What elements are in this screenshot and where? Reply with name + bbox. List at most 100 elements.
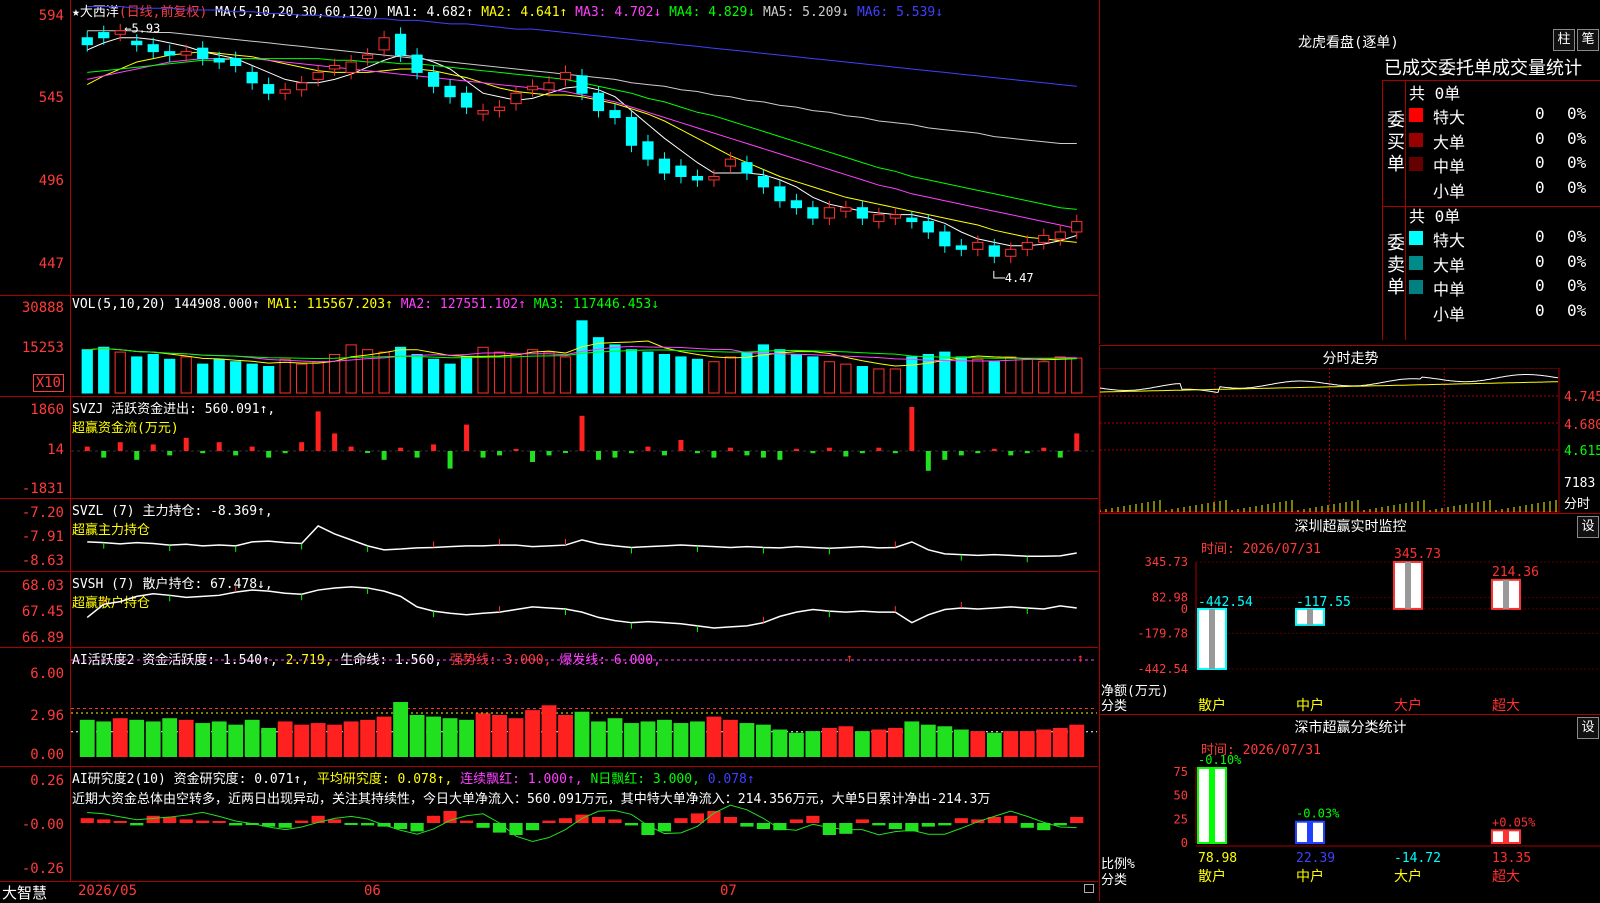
flow-bar[interactable] [744,451,750,456]
volume-bar[interactable] [394,346,407,394]
volume-bar[interactable] [939,351,951,394]
candle-body[interactable] [1021,241,1033,250]
flow-bar[interactable] [233,451,239,456]
flow-bar[interactable] [579,415,585,451]
volume-bar[interactable] [757,344,770,394]
flow-bar[interactable] [991,448,997,451]
candlestick-plot[interactable]: ←5.93 └─4.47 [71,0,1097,294]
volume-bar[interactable] [955,356,967,394]
flow-bar[interactable] [497,451,503,456]
candle-body[interactable] [658,158,671,174]
candle-body[interactable] [427,71,440,87]
volume-plot[interactable] [71,296,1097,395]
candle-body[interactable] [559,71,572,80]
volume-bar[interactable] [840,363,852,394]
candle-body[interactable] [955,245,967,250]
research-bar[interactable] [410,823,424,832]
candle-body[interactable] [840,207,852,212]
research-bar[interactable] [212,821,226,823]
research-bar[interactable] [113,821,127,823]
svzj-plot[interactable] [71,397,1097,497]
activity-bar[interactable] [343,721,359,757]
volume-bar[interactable] [361,349,374,394]
activity-bar[interactable] [673,723,689,757]
activity-bar[interactable] [607,718,623,757]
activity-bar[interactable] [310,723,326,757]
volume-bar[interactable] [559,356,572,394]
volume-bar[interactable] [741,351,753,394]
volume-bar[interactable] [345,344,357,394]
flow-bar[interactable] [398,447,404,451]
flow-bar[interactable] [381,451,387,460]
svzl-plot[interactable] [71,499,1097,570]
activity-bar[interactable] [739,723,755,757]
research-bar[interactable] [146,815,160,823]
price-pane[interactable]: 594 545 496 447 ★大西洋(日线,前复权) MA(5,10,20,… [0,0,1098,296]
activity-bar[interactable] [887,727,903,757]
research-bar[interactable] [921,823,935,827]
net-flow-bar-chart[interactable]: 345.7382.980-179.78-442.54-442.54散户-117.… [1100,514,1600,714]
realtime-monitor-panel[interactable]: 深圳超赢实时监控 设 时间: 2026/07/31 345.73 82.98 0 -1… [1099,513,1600,714]
volume-bar[interactable] [774,349,786,394]
research-bar[interactable] [888,823,902,829]
volume-bar[interactable] [197,363,209,394]
activity-bar[interactable] [277,721,293,757]
volume-bar[interactable] [411,354,423,394]
volume-bar[interactable] [873,368,885,394]
research-bar[interactable] [1020,823,1034,828]
bar-mode-button[interactable]: 柱 [1553,29,1575,51]
research-bar[interactable] [278,823,292,828]
activity-bar[interactable] [640,721,656,757]
volume-bar[interactable] [510,354,522,394]
flow-bar[interactable] [447,451,453,469]
flow-bar[interactable] [942,451,948,460]
flow-bar[interactable] [958,451,964,456]
research-bar[interactable] [1004,815,1018,823]
ai-research-plot[interactable] [71,767,1097,880]
candle-body[interactable] [444,85,456,98]
flow-bar[interactable] [1024,451,1030,454]
candle-body[interactable] [1071,221,1083,233]
candle-body[interactable] [263,84,275,94]
tick-mode-button[interactable]: 笔 [1577,29,1599,51]
activity-bar[interactable] [228,724,244,757]
flow-bar[interactable] [348,446,354,451]
research-bar[interactable] [361,823,375,826]
volume-bar[interactable] [1021,358,1033,394]
research-bar[interactable] [525,823,540,831]
candle-body[interactable] [856,207,868,219]
candle-body[interactable] [972,241,984,250]
flow-bar[interactable] [480,451,486,458]
flow-bar[interactable] [1041,447,1047,451]
activity-bar[interactable] [772,729,788,757]
candle-body[interactable] [279,89,291,94]
activity-bar[interactable] [376,716,392,757]
intraday-panel[interactable]: 分时走势 4.745 4.680 4.615 7183 分时 [1099,345,1600,513]
flow-bar[interactable] [365,451,371,453]
volume-bar[interactable] [296,363,308,394]
activity-bar[interactable] [788,732,804,757]
candle-body[interactable] [741,162,753,174]
svsh-plot[interactable] [71,572,1097,646]
activity-bar[interactable] [970,731,986,757]
candle-body[interactable] [213,58,225,63]
candle-body[interactable] [230,58,242,66]
activity-bar[interactable] [558,714,573,757]
flow-bar[interactable] [513,449,519,451]
volume-bar[interactable] [493,351,506,394]
flow-bar[interactable] [628,451,634,454]
research-bar[interactable] [1053,823,1067,826]
activity-bar[interactable] [426,716,441,757]
candle-body[interactable] [493,106,506,112]
candle-body[interactable] [164,51,176,56]
volume-bar[interactable] [279,358,291,394]
flow-bar[interactable] [793,448,799,451]
research-bar[interactable] [393,823,408,829]
candle-body[interactable] [691,175,704,181]
ai-activity-pane[interactable]: 6.00 2.96 0.00 AI活跃度2 资金活跃度: 1.540↑, 2.7… [0,648,1098,767]
candle-body[interactable] [197,47,209,60]
research-bar[interactable] [657,823,672,832]
activity-bar[interactable] [657,719,672,757]
flow-bar[interactable] [727,447,733,451]
activity-bar[interactable] [459,719,474,757]
